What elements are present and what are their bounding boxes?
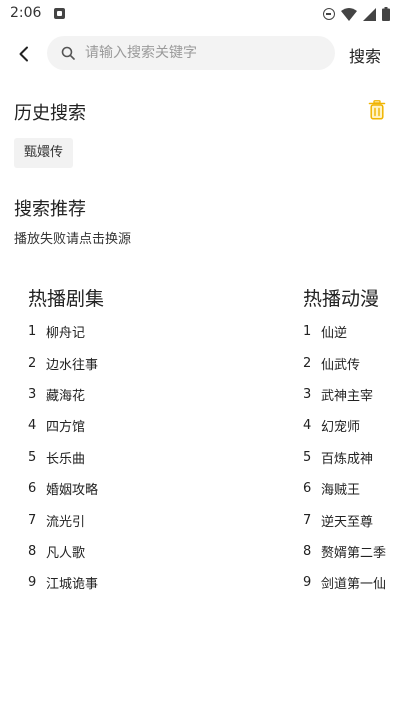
rank-item[interactable]: 6 婚姻攻略 bbox=[28, 473, 288, 504]
ranking-title[interactable]: 热播剧集 bbox=[28, 285, 288, 313]
rank-number: 6 bbox=[28, 481, 37, 497]
rank-item[interactable]: 5 百炼成神 bbox=[303, 442, 400, 473]
search-input[interactable] bbox=[85, 36, 325, 70]
chevron-left-icon bbox=[19, 46, 28, 62]
rank-number: 5 bbox=[303, 449, 312, 465]
battery-icon bbox=[382, 7, 390, 21]
rank-name: 边水往事 bbox=[46, 357, 99, 373]
rank-number: 7 bbox=[303, 512, 312, 528]
rank-number: 8 bbox=[28, 543, 37, 559]
rank-name: 赘婿第二季 bbox=[321, 545, 387, 561]
rank-number: 8 bbox=[303, 543, 312, 559]
rank-item[interactable]: 3 藏海花 bbox=[28, 379, 288, 410]
status-bar: 2:06 bbox=[0, 0, 400, 28]
rank-number: 2 bbox=[303, 355, 312, 371]
rank-item[interactable]: 1 柳舟记 bbox=[28, 316, 288, 347]
status-time: 2:06 bbox=[10, 5, 42, 21]
rank-name: 婚姻攻略 bbox=[46, 483, 99, 499]
rank-item[interactable]: 6 海贼王 bbox=[303, 473, 400, 504]
ranking-title[interactable]: 热播动漫 bbox=[303, 285, 400, 313]
trash-icon[interactable] bbox=[368, 100, 386, 120]
history-title: 历史搜索 bbox=[14, 103, 86, 124]
rank-item[interactable]: 7 流光引 bbox=[28, 504, 288, 535]
rank-name: 长乐曲 bbox=[46, 451, 86, 467]
rank-name: 凡人歌 bbox=[46, 545, 86, 561]
rank-name: 柳舟记 bbox=[46, 326, 86, 342]
rank-item[interactable]: 2 边水往事 bbox=[28, 347, 288, 378]
rank-name: 仙武传 bbox=[321, 357, 361, 373]
history-chip[interactable]: 甄嬛传 bbox=[14, 138, 74, 168]
rank-item[interactable]: 8 凡人歌 bbox=[28, 536, 288, 567]
rank-number: 7 bbox=[28, 512, 37, 528]
notification-icon bbox=[54, 8, 65, 19]
rank-name: 剑道第一仙 bbox=[321, 577, 387, 593]
rank-number: 5 bbox=[28, 449, 37, 465]
rank-number: 2 bbox=[28, 355, 37, 371]
rank-name: 藏海花 bbox=[46, 388, 86, 404]
rank-item[interactable]: 8 赘婿第二季 bbox=[303, 536, 400, 567]
rank-number: 9 bbox=[303, 575, 312, 591]
rank-number: 1 bbox=[28, 324, 37, 340]
rank-item[interactable]: 4 四方馆 bbox=[28, 410, 288, 441]
rank-name: 百炼成神 bbox=[321, 451, 374, 467]
rank-item[interactable]: 4 幻宠师 bbox=[303, 410, 400, 441]
ranking-column-anime: 热播动漫 1 仙逆 2 仙武传 3 武神主宰 4 幻宠师 5 百炼成神 6 海贼王 7 逆天至… bbox=[303, 285, 400, 599]
rank-name: 仙逆 bbox=[321, 326, 348, 342]
search-header: 搜索 bbox=[0, 34, 400, 74]
rank-name: 幻宠师 bbox=[321, 420, 361, 436]
search-button[interactable]: 搜索 bbox=[349, 43, 381, 67]
wifi-icon bbox=[341, 7, 357, 21]
rank-name: 四方馆 bbox=[46, 420, 86, 436]
rank-number: 4 bbox=[303, 418, 312, 434]
search-box[interactable] bbox=[47, 36, 335, 70]
rank-item[interactable]: 3 武神主宰 bbox=[303, 379, 400, 410]
rank-number: 4 bbox=[28, 418, 37, 434]
signal-icon bbox=[363, 7, 376, 21]
rank-item[interactable]: 1 仙逆 bbox=[303, 316, 400, 347]
rank-number: 9 bbox=[28, 575, 37, 591]
rank-item[interactable]: 5 长乐曲 bbox=[28, 442, 288, 473]
rank-name: 武神主宰 bbox=[321, 388, 374, 404]
rank-item[interactable]: 2 仙武传 bbox=[303, 347, 400, 378]
rank-number: 3 bbox=[28, 386, 37, 402]
rank-name: 流光引 bbox=[46, 514, 86, 530]
ranking-column-drama: 热播剧集 1 柳舟记 2 边水往事 3 藏海花 4 四方馆 5 长乐曲 6 婚姻攻略 7 流光… bbox=[28, 285, 288, 599]
search-icon bbox=[61, 46, 75, 60]
rank-number: 3 bbox=[303, 386, 312, 402]
back-button[interactable] bbox=[12, 42, 36, 66]
rank-item[interactable]: 9 江城诡事 bbox=[28, 567, 288, 598]
rank-name: 海贼王 bbox=[321, 483, 361, 499]
rank-item[interactable]: 9 剑道第一仙 bbox=[303, 567, 400, 598]
rank-name: 逆天至尊 bbox=[321, 514, 374, 530]
rank-item[interactable]: 7 逆天至尊 bbox=[303, 504, 400, 535]
recommend-subtitle: 播放失败请点击换源 bbox=[14, 232, 132, 247]
do-not-disturb-icon bbox=[323, 8, 335, 20]
rank-number: 6 bbox=[303, 481, 312, 497]
rank-number: 1 bbox=[303, 324, 312, 340]
recommend-title: 搜索推荐 bbox=[14, 199, 86, 220]
status-icons bbox=[323, 6, 390, 22]
rank-name: 江城诡事 bbox=[46, 577, 99, 593]
